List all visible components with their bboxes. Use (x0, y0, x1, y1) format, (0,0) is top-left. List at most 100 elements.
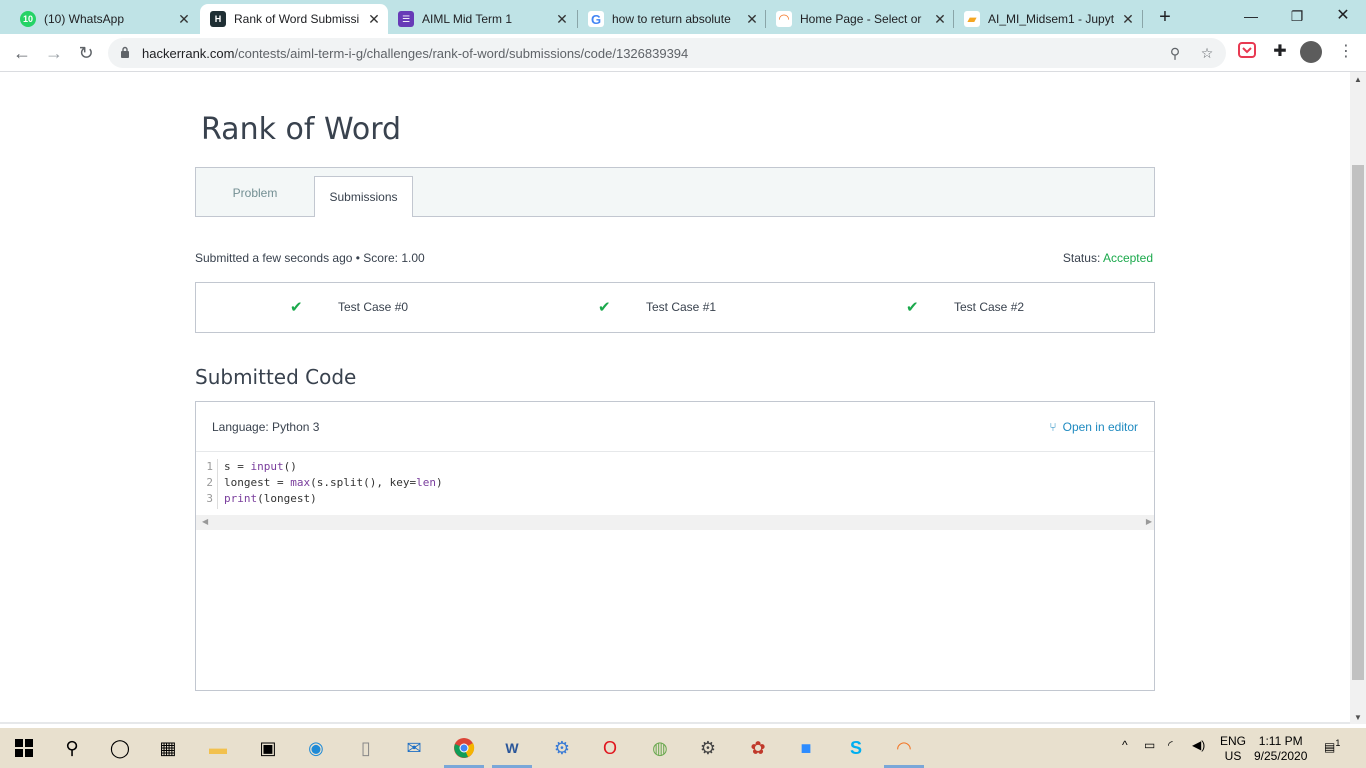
lock-icon (121, 46, 129, 58)
address-bar[interactable]: hackerrank.com/contests/aiml-term-i-g/ch… (108, 38, 1226, 68)
code-line-3: print(longest) (224, 492, 317, 505)
browser-tab-jupyter-home[interactable]: ◠ Home Page - Select or ✕ (766, 4, 954, 34)
tab-title: how to return absolute (612, 12, 731, 26)
page-title: Rank of Word (201, 112, 402, 147)
android-studio-icon[interactable]: ◍ (648, 736, 672, 760)
tab-strip: 10 (10) WhatsApp ✕ H Rank of Word Submis… (0, 0, 1366, 34)
close-tab-icon[interactable]: ✕ (744, 11, 760, 28)
tab-title: (10) WhatsApp (44, 12, 125, 26)
hackerrank-icon: H (210, 11, 226, 27)
scrollbar-thumb[interactable] (1352, 165, 1364, 680)
test-cases-box: ✔ Test Case #0 ✔ Test Case #1 ✔ Test Cas… (195, 282, 1155, 333)
browser-tab-forms[interactable]: ☰ AIML Mid Term 1 ✕ (388, 4, 576, 34)
word-icon[interactable]: W (500, 736, 524, 760)
file-explorer-icon[interactable]: ▬ (206, 736, 230, 760)
forward-button[interactable]: → (42, 41, 66, 65)
forms-icon: ☰ (398, 11, 414, 27)
cortana-icon[interactable]: ◯ (108, 736, 132, 760)
windows-taskbar: ⚲ ◯ ▦ ▬ ▣ ◉ ▯ ✉ W ⚙ O ◍ ⚙ ✿ ■ S ◠ ^ ▭ ◜ … (0, 728, 1366, 768)
browser-tab-jupyter-notebook[interactable]: ▰ AI_MI_Midsem1 - Jupyt ✕ (954, 4, 1142, 34)
clock[interactable]: 1:11 PM 9/25/2020 (1254, 734, 1307, 764)
browser-tab-hackerrank[interactable]: H Rank of Word Submissi ✕ (200, 4, 388, 34)
code-editor[interactable]: 1 2 3 s = input() longest = max(s.split(), … (196, 453, 1154, 515)
browser-tab-google[interactable]: G how to return absolute ✕ (578, 4, 766, 34)
close-tab-icon[interactable]: ✕ (932, 11, 948, 28)
app-icon-red[interactable]: ✿ (746, 736, 770, 760)
language-label: Language: Python 3 (212, 420, 320, 434)
volume-icon[interactable]: ◀) (1192, 738, 1205, 752)
test-case-item[interactable]: ✔ Test Case #0 (290, 298, 408, 316)
blank-document-icon[interactable]: ▯ (354, 736, 378, 760)
notification-center-icon[interactable]: ▤1 (1324, 738, 1340, 754)
task-view-icon[interactable]: ▦ (156, 736, 180, 760)
chrome-icon[interactable] (452, 736, 476, 760)
pocket-extension-icon[interactable] (1238, 41, 1258, 61)
line-number: 2 (206, 476, 213, 489)
close-tab-icon[interactable]: ✕ (1120, 11, 1136, 28)
store-icon[interactable]: ▣ (256, 736, 280, 760)
url-host: hackerrank.com (142, 46, 235, 61)
tab-title: AI_MI_Midsem1 - Jupyt (988, 12, 1115, 26)
language-code: ENG (1220, 734, 1247, 748)
check-icon: ✔ (598, 299, 611, 316)
language-indicator[interactable]: ENG US (1220, 734, 1246, 764)
close-tab-icon[interactable]: ✕ (176, 11, 192, 28)
browser-menu-icon[interactable]: ⋮ (1336, 41, 1356, 61)
tray-chevron-icon[interactable]: ^ (1122, 738, 1128, 752)
restore-button[interactable]: ❐ (1274, 4, 1320, 30)
jupyter-icon: ◠ (776, 11, 792, 27)
challenge-tabs: Problem Submissions (195, 167, 1155, 217)
clock-time: 1:11 PM (1258, 734, 1303, 748)
jupyter-taskbar-icon[interactable]: ◠ (892, 736, 916, 760)
browser-tab-whatsapp[interactable]: 10 (10) WhatsApp ✕ (10, 4, 198, 34)
minimize-button[interactable]: — (1228, 4, 1274, 30)
open-in-editor-link[interactable]: ⑂ Open in editor (1049, 420, 1138, 434)
whatsapp-icon: 10 (20, 11, 36, 27)
test-case-item[interactable]: ✔ Test Case #2 (906, 298, 1024, 316)
windows-start-icon[interactable] (12, 736, 36, 760)
battery-icon[interactable]: ▭ (1144, 738, 1155, 752)
profile-avatar[interactable] (1300, 41, 1322, 63)
notebook-icon: ▰ (964, 11, 980, 27)
close-window-button[interactable]: ✕ (1320, 4, 1366, 30)
google-icon: G (588, 11, 604, 27)
tab-submissions[interactable]: Submissions (314, 176, 413, 217)
mail-icon[interactable]: ✉ (402, 736, 426, 760)
control-panel-icon[interactable]: ⚙ (550, 736, 574, 760)
scroll-down-icon[interactable]: ▼ (1354, 714, 1362, 722)
scroll-up-icon[interactable]: ▲ (1354, 76, 1362, 84)
reload-button[interactable]: ↻ (74, 41, 98, 65)
opera-icon[interactable]: O (598, 736, 622, 760)
tab-title: Home Page - Select or (800, 12, 922, 26)
edge-icon[interactable]: ◉ (304, 736, 328, 760)
close-tab-icon[interactable]: ✕ (554, 11, 570, 28)
line-number: 3 (206, 492, 213, 505)
code-line-1: s = input() (224, 460, 297, 473)
extensions-puzzle-icon[interactable]: ✚ (1270, 41, 1290, 61)
back-button[interactable]: ← (10, 41, 34, 65)
scroll-left-icon[interactable]: ◀ (202, 517, 208, 526)
code-lines: s = input() longest = max(s.split(), key=… (224, 459, 443, 507)
status-label: Status: (1062, 251, 1101, 265)
code-line-2: longest = max(s.split(), key=len) (224, 476, 443, 489)
settings-icon[interactable]: ⚙ (696, 736, 720, 760)
notification-count: 1 (1335, 738, 1341, 748)
check-icon: ✔ (290, 299, 303, 316)
zoom-icon[interactable]: ⚲ (1166, 44, 1184, 62)
tab-problem[interactable]: Problem (196, 168, 314, 217)
test-case-item[interactable]: ✔ Test Case #1 (598, 298, 716, 316)
new-tab-button[interactable]: + (1154, 6, 1176, 28)
code-box: Language: Python 3 ⑂ Open in editor 1 2 3 s… (195, 401, 1155, 691)
search-icon[interactable]: ⚲ (60, 736, 84, 760)
zoom-app-icon[interactable]: ■ (794, 736, 818, 760)
close-tab-icon[interactable]: ✕ (366, 11, 382, 28)
scroll-right-icon[interactable]: ▶ (1146, 517, 1152, 526)
wifi-icon[interactable]: ◜ (1168, 738, 1173, 752)
submission-status: Status: Accepted (1063, 251, 1153, 265)
tab-separator (1142, 10, 1143, 28)
url-path: /contests/aiml-term-i-g/challenges/rank-… (234, 46, 689, 61)
skype-icon[interactable]: S (844, 736, 868, 760)
horizontal-scrollbar[interactable]: ◀ ▶ (196, 515, 1154, 530)
region-code: US (1224, 749, 1242, 763)
bookmark-star-icon[interactable]: ☆ (1198, 44, 1216, 62)
